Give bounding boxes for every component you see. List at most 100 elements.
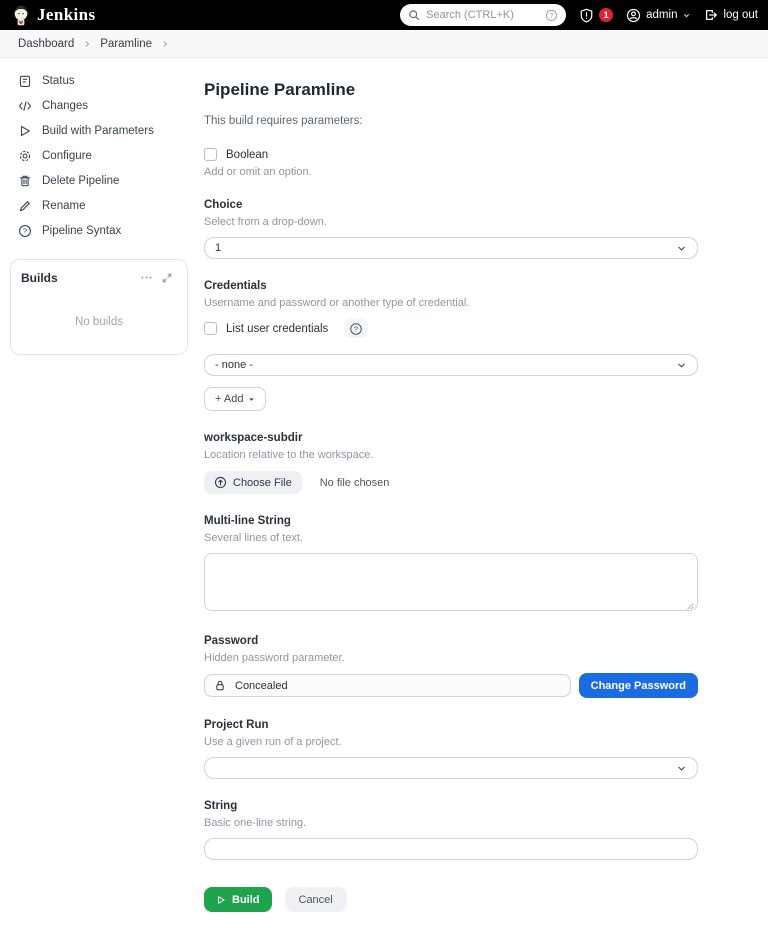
multiline-label: Multi-line String (204, 515, 291, 527)
chevron-down-icon (676, 243, 687, 254)
boolean-checkbox-row[interactable]: Boolean (204, 148, 698, 161)
boolean-checkbox[interactable] (204, 148, 217, 161)
sidebar: Status Changes Build with Parameters Con… (8, 68, 190, 928)
builds-panel: Builds No builds (10, 259, 188, 355)
choose-file-label: Choose File (233, 476, 292, 489)
svg-text:?: ? (23, 227, 27, 236)
sidebar-item-label: Rename (42, 200, 86, 212)
sidebar-item-delete-pipeline[interactable]: Delete Pipeline (8, 169, 190, 193)
credentials-label: Credentials (204, 280, 267, 292)
param-choice: Choice Select from a drop-down. 1 (204, 199, 698, 259)
add-credentials-label: + Add (215, 393, 244, 405)
user-avatar-icon (626, 8, 641, 23)
multiline-textarea[interactable] (204, 553, 698, 611)
sidebar-item-build-with-parameters[interactable]: Build with Parameters (8, 119, 190, 143)
svg-text:?: ? (550, 12, 554, 19)
add-credentials-button[interactable]: + Add (204, 387, 267, 411)
jenkins-butler-logo-icon (12, 5, 30, 26)
main-content: Pipeline Paramline This build requires p… (190, 68, 698, 928)
choose-file-button[interactable]: Choose File (204, 471, 302, 494)
sidebar-item-configure[interactable]: Configure (8, 144, 190, 168)
breadcrumb-chevron-icon (161, 40, 169, 48)
sidebar-item-label: Build with Parameters (42, 125, 154, 137)
param-multiline-string: Multi-line String Several lines of text. (204, 515, 698, 614)
gear-icon (18, 149, 32, 163)
chevron-down-icon (682, 11, 691, 20)
sidebar-item-rename[interactable]: Rename (8, 194, 190, 218)
param-password: Password Hidden password parameter. Conc… (204, 635, 698, 698)
sidebar-item-pipeline-syntax[interactable]: ? Pipeline Syntax (8, 219, 190, 243)
password-concealed-field[interactable]: Concealed (204, 674, 571, 697)
no-file-chosen-text: No file chosen (319, 476, 390, 489)
chevron-down-icon (676, 360, 687, 371)
workspace-subdir-description: Location relative to the workspace. (204, 449, 374, 461)
multiline-description: Several lines of text. (204, 532, 304, 544)
list-user-credentials-label: List user credentials (226, 322, 329, 335)
sidebar-item-status[interactable]: Status (8, 69, 190, 93)
logout-button[interactable]: log out (704, 8, 758, 22)
security-alerts-button[interactable]: 1 (579, 8, 614, 23)
security-shield-icon (579, 8, 594, 23)
user-menu[interactable]: admin (626, 8, 691, 23)
password-concealed-value: Concealed (235, 679, 288, 692)
resize-handle-icon[interactable] (686, 602, 694, 610)
sidebar-item-label: Delete Pipeline (42, 175, 120, 187)
search-input[interactable] (426, 9, 540, 21)
param-boolean: Boolean Add or omit an option. (204, 148, 698, 178)
breadcrumb-item-paramline[interactable]: Paramline (100, 38, 152, 50)
builds-expand-icon[interactable] (157, 270, 177, 286)
param-credentials: Credentials Username and password or ano… (204, 280, 698, 411)
play-icon (216, 895, 226, 905)
jenkins-home-link[interactable]: Jenkins (12, 5, 96, 26)
page-layout: Status Changes Build with Parameters Con… (0, 58, 768, 928)
file-upload-row: Choose File No file chosen (204, 471, 698, 494)
parameters-intro-text: This build requires parameters: (204, 115, 363, 127)
password-label: Password (204, 635, 259, 647)
list-user-credentials-row[interactable]: List user credentials ? (204, 319, 698, 338)
project-run-select[interactable] (204, 757, 698, 779)
build-button[interactable]: Build (204, 887, 272, 912)
credentials-select[interactable]: - none - (204, 354, 698, 376)
choice-select[interactable]: 1 (204, 237, 698, 259)
logout-label: log out (723, 9, 758, 21)
param-workspace-subdir: workspace-subdir Location relative to th… (204, 432, 698, 494)
change-password-button[interactable]: Change Password (578, 673, 698, 698)
brand-title: Jenkins (37, 5, 96, 24)
upload-icon (214, 476, 227, 489)
sidebar-item-label: Configure (42, 150, 92, 162)
string-description: Basic one-line string. (204, 817, 307, 829)
logout-icon (704, 8, 718, 22)
string-input[interactable] (204, 838, 698, 860)
param-string: String Basic one-line string. (204, 800, 698, 860)
project-run-label: Project Run (204, 719, 269, 731)
user-name: admin (646, 9, 678, 21)
search-help-icon[interactable]: ? (545, 9, 558, 22)
builds-options-icon[interactable] (136, 269, 157, 286)
builds-empty-text: No builds (75, 316, 123, 328)
search-box: ? (400, 4, 567, 26)
breadcrumb: Dashboard Paramline (0, 30, 768, 58)
page-title: Pipeline Paramline (204, 80, 356, 99)
breadcrumb-item-dashboard[interactable]: Dashboard (18, 38, 74, 50)
play-icon (18, 124, 32, 138)
lock-icon (214, 679, 226, 692)
workspace-subdir-label: workspace-subdir (204, 432, 303, 444)
question-circle-icon: ? (18, 224, 32, 238)
sidebar-item-changes[interactable]: Changes (8, 94, 190, 118)
code-icon (18, 99, 32, 113)
pencil-icon (18, 199, 32, 213)
alert-count-badge: 1 (599, 8, 614, 22)
string-label: String (204, 800, 238, 812)
list-user-credentials-checkbox[interactable] (204, 322, 217, 335)
boolean-description: Add or omit an option. (204, 166, 312, 178)
top-bar: Jenkins ? (0, 0, 768, 30)
password-description: Hidden password parameter. (204, 652, 345, 664)
search-icon (408, 9, 420, 21)
choice-selected-value: 1 (215, 242, 222, 254)
cancel-button[interactable]: Cancel (284, 887, 347, 912)
sidebar-item-label: Pipeline Syntax (42, 225, 122, 237)
project-run-description: Use a given run of a project. (204, 736, 342, 748)
builds-panel-title: Builds (21, 270, 58, 285)
credentials-help-icon[interactable]: ? (344, 319, 369, 338)
form-actions: Build Cancel (204, 887, 698, 928)
